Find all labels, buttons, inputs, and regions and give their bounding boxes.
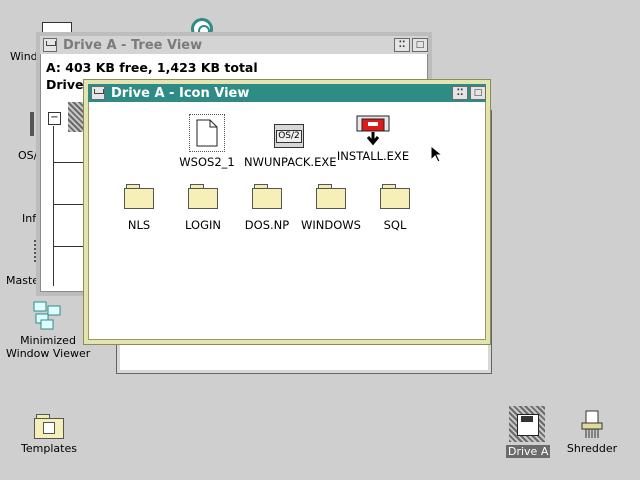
icon-item-install[interactable]: INSTALL.EXE	[328, 114, 418, 163]
folder-icon	[380, 184, 410, 209]
folder-item-sql[interactable]: SQL	[350, 184, 440, 232]
shredder-icon[interactable]: Shredder	[562, 410, 622, 455]
shredder-graphic-icon	[581, 410, 603, 438]
document-icon	[189, 114, 225, 152]
tree-branch-3	[53, 246, 83, 247]
icon-label-nwunpack: NWUNPACK.EXE	[244, 155, 337, 169]
tree-view-title: Drive A - Tree View	[63, 37, 203, 53]
tree-view-titlebar[interactable]: Drive A - Tree View ⁚⁚ □	[40, 36, 428, 54]
tree-view-maximize-button[interactable]: □	[412, 38, 428, 52]
os2-system-icon[interactable]	[30, 112, 34, 136]
templates-folder-icon	[34, 414, 64, 439]
floppy-drive-icon	[509, 406, 545, 442]
tree-view-status: A: 403 KB free, 1,423 KB total	[46, 60, 258, 75]
tree-branch-2	[53, 204, 83, 205]
tree-trunk-line	[53, 126, 54, 286]
icon-view-window[interactable]: Drive A - Icon View ⁚⁚ □ WSOS2_1 OS/2 NW…	[84, 80, 490, 344]
shredder-label: Shredder	[566, 442, 618, 455]
tree-branch-1	[53, 162, 83, 163]
os2-badge-text: OS/2	[276, 129, 302, 143]
tree-collapse-toggle[interactable]: −	[48, 112, 61, 125]
icon-view-system-menu-icon[interactable]	[91, 86, 105, 100]
folder-label-sql: SQL	[383, 218, 407, 232]
drive-a-icon[interactable]: Drive A	[506, 406, 551, 458]
icon-view-minimize-button[interactable]: ⁚⁚	[452, 86, 468, 100]
folder-icon	[316, 184, 346, 209]
drive-a-label: Drive A	[506, 445, 551, 458]
folder-icon	[252, 184, 282, 209]
window-viewer-icon	[33, 301, 61, 330]
folder-icon	[188, 184, 218, 209]
icon-item-wsos2[interactable]: WSOS2_1	[162, 114, 252, 169]
icon-view-maximize-button[interactable]: □	[470, 86, 486, 100]
desktop-label-windows: Wind	[10, 50, 38, 63]
icon-label-wsos2: WSOS2_1	[179, 155, 235, 169]
minimized-viewer-label-2: Window Viewer	[6, 347, 91, 360]
minimized-viewer-label: Minimized	[20, 334, 76, 347]
desktop-label-os2: OS/	[18, 149, 38, 162]
templates-icon[interactable]: Templates	[14, 414, 84, 455]
icon-label-install: INSTALL.EXE	[336, 149, 410, 163]
tree-view-minimize-button[interactable]: ⁚⁚	[394, 38, 410, 52]
templates-label: Templates	[21, 442, 77, 455]
tree-view-system-menu-icon[interactable]	[43, 38, 57, 52]
install-icon	[356, 115, 390, 146]
desktop-label-info: Inf	[22, 212, 37, 225]
icon-view-title: Drive A - Icon View	[111, 85, 250, 101]
minimized-window-viewer-icon[interactable]: Minimized Window Viewer	[6, 300, 90, 360]
icon-item-nwunpack[interactable]: OS/2 NWUNPACK.EXE	[244, 114, 337, 169]
mouse-pointer-icon	[430, 145, 442, 163]
os2-program-icon: OS/2	[274, 124, 304, 148]
folder-icon	[124, 184, 154, 209]
icon-view-titlebar[interactable]: Drive A - Icon View ⁚⁚ □	[88, 84, 486, 102]
